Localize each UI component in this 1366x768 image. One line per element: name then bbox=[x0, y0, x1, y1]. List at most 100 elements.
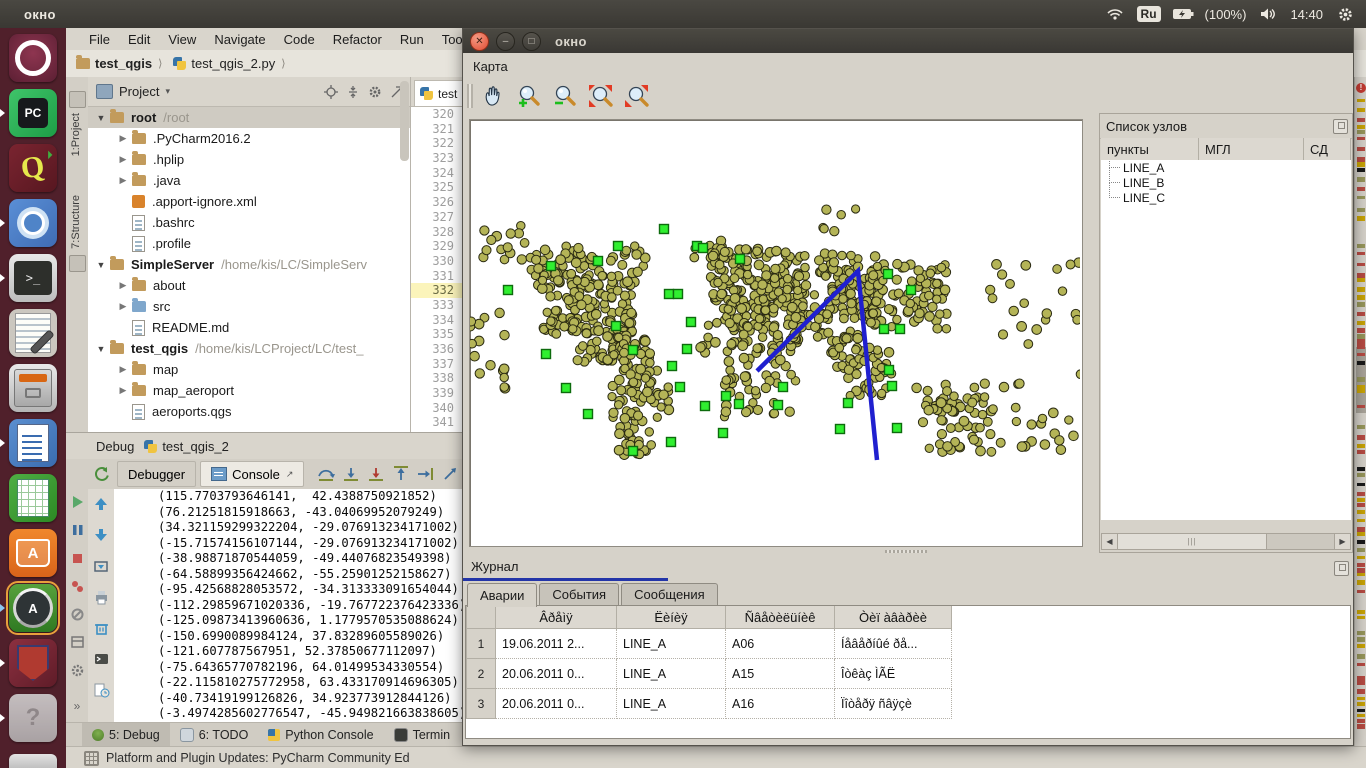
tree-expanded-icon[interactable]: ▼ bbox=[96, 260, 106, 270]
breadcrumb-file[interactable]: test_qgis_2.py bbox=[191, 56, 275, 71]
table-row[interactable]: 320.06.2011 0...LINE_AA16Ïîòåðÿ ñâÿçè bbox=[467, 689, 952, 719]
tree-collapsed-icon[interactable]: ▶ bbox=[118, 364, 128, 375]
stripe-mark[interactable] bbox=[1357, 519, 1365, 522]
battery-icon[interactable] bbox=[1172, 5, 1194, 23]
project-tree-scrollbar[interactable] bbox=[400, 81, 409, 161]
tree-collapsed-icon[interactable]: ▶ bbox=[118, 385, 128, 396]
frame-down-icon[interactable] bbox=[92, 526, 110, 544]
zoom-to-selection-button[interactable] bbox=[621, 82, 653, 110]
stripe-mark[interactable] bbox=[1357, 278, 1365, 282]
launcher-item-software-center[interactable]: A bbox=[9, 529, 57, 577]
editor-tab[interactable]: test bbox=[414, 80, 468, 106]
terminal-icon[interactable] bbox=[92, 650, 110, 668]
force-step-into-icon[interactable] bbox=[365, 464, 387, 484]
bottom-tab-termin[interactable]: Termin bbox=[384, 723, 461, 747]
map-canvas[interactable] bbox=[469, 119, 1083, 547]
okno-title-bar[interactable]: ✕ – □ окно bbox=[463, 29, 1353, 53]
stripe-mark[interactable] bbox=[1357, 168, 1365, 172]
launcher-item-ubuntu-dash[interactable] bbox=[9, 34, 57, 82]
stripe-mark[interactable] bbox=[1357, 697, 1365, 700]
stripe-mark[interactable] bbox=[1357, 498, 1365, 502]
project-tree-item-SimpleServer[interactable]: ▼SimpleServer/home/kis/LC/SimpleServ bbox=[88, 254, 410, 275]
launcher-item-libreoffice-calc[interactable] bbox=[9, 474, 57, 522]
stripe-mark[interactable] bbox=[1357, 616, 1365, 619]
project-tree-item-.PyCharm2016.2[interactable]: ▶.PyCharm2016.2 bbox=[88, 128, 410, 149]
menu-karta[interactable]: Карта bbox=[463, 59, 518, 74]
launcher-item-help[interactable]: ? bbox=[9, 694, 57, 742]
editor-error-stripe[interactable] bbox=[1354, 77, 1366, 746]
session-gear-icon[interactable] bbox=[1334, 5, 1356, 23]
menu-item-view[interactable]: View bbox=[159, 32, 205, 47]
tree-expanded-icon[interactable]: ▼ bbox=[96, 113, 106, 123]
project-tree-item-root[interactable]: ▼root/root bbox=[88, 107, 410, 128]
tree-collapsed-icon[interactable]: ▶ bbox=[118, 154, 128, 165]
stripe-mark[interactable] bbox=[1357, 377, 1365, 382]
stripe-mark[interactable] bbox=[1357, 295, 1365, 300]
stripe-mark[interactable] bbox=[1357, 467, 1365, 471]
project-tree-item-.bashrc[interactable]: .bashrc bbox=[88, 212, 410, 233]
stripe-mark[interactable] bbox=[1357, 312, 1365, 316]
stripe-mark[interactable] bbox=[1357, 719, 1365, 723]
journal-tab-1[interactable]: Аварии bbox=[467, 583, 537, 607]
stripe-mark[interactable] bbox=[1357, 573, 1365, 576]
launcher-item-libreoffice-writer[interactable] bbox=[9, 419, 57, 467]
menu-item-refactor[interactable]: Refactor bbox=[324, 32, 391, 47]
structure-icon[interactable] bbox=[69, 255, 86, 272]
stripe-mark[interactable] bbox=[1357, 405, 1365, 408]
nodes-tree[interactable]: LINE_ALINE_BLINE_C bbox=[1101, 160, 1351, 520]
stripe-mark[interactable] bbox=[1357, 714, 1365, 717]
scroll-left-icon[interactable]: ◀ bbox=[1102, 534, 1118, 549]
stripe-mark[interactable] bbox=[1357, 590, 1365, 593]
launcher-item-terminal[interactable]: >_ bbox=[9, 254, 57, 302]
stripe-mark[interactable] bbox=[1357, 540, 1365, 544]
stripe-mark[interactable] bbox=[1357, 361, 1365, 365]
project-tree-item-about[interactable]: ▶about bbox=[88, 275, 410, 296]
stripe-mark[interactable] bbox=[1357, 162, 1365, 167]
stripe-mark[interactable] bbox=[1357, 353, 1365, 356]
clear-icon[interactable] bbox=[92, 619, 110, 637]
menu-item-code[interactable]: Code bbox=[275, 32, 324, 47]
stripe-mark[interactable] bbox=[1357, 137, 1365, 140]
stripe-mark[interactable] bbox=[1357, 473, 1365, 477]
launcher-item-qgis[interactable]: Q bbox=[9, 144, 57, 192]
nodes-column-пункты[interactable]: пункты bbox=[1101, 138, 1199, 160]
stripe-mark[interactable] bbox=[1357, 425, 1365, 429]
project-tree-item-.profile[interactable]: .profile bbox=[88, 233, 410, 254]
more-actions-icon[interactable] bbox=[68, 697, 86, 715]
stripe-mark[interactable] bbox=[1357, 450, 1365, 454]
stripe-mark[interactable] bbox=[1357, 130, 1365, 134]
menu-item-edit[interactable]: Edit bbox=[119, 32, 159, 47]
stripe-mark[interactable] bbox=[1357, 510, 1365, 514]
stripe-mark[interactable] bbox=[1357, 644, 1365, 648]
stripe-mark[interactable] bbox=[1357, 187, 1365, 191]
zoom-out-button[interactable] bbox=[549, 82, 581, 110]
clock[interactable]: 14:40 bbox=[1290, 7, 1323, 22]
step-over-icon[interactable] bbox=[315, 464, 337, 484]
tree-expanded-icon[interactable]: ▼ bbox=[96, 344, 106, 354]
stripe-mark[interactable] bbox=[1357, 483, 1365, 486]
stripe-mark[interactable] bbox=[1357, 196, 1365, 199]
menu-item-navigate[interactable]: Navigate bbox=[205, 32, 274, 47]
stripe-mark[interactable] bbox=[1357, 702, 1365, 706]
collapse-all-icon[interactable] bbox=[344, 83, 362, 101]
step-out-icon[interactable] bbox=[390, 464, 412, 484]
node-item-LINE_A[interactable]: LINE_A bbox=[1101, 160, 1351, 175]
stripe-mark[interactable] bbox=[1357, 503, 1365, 507]
nodes-horizontal-scrollbar[interactable]: ◀ ||| ▶ bbox=[1101, 533, 1351, 550]
stripe-mark[interactable] bbox=[1357, 252, 1365, 255]
tool-tab-structure[interactable]: 7:Structure bbox=[70, 195, 82, 249]
print-icon[interactable] bbox=[92, 588, 110, 606]
stripe-mark[interactable] bbox=[1357, 328, 1365, 333]
stripe-mark[interactable] bbox=[1357, 689, 1365, 694]
toolbar-grip[interactable] bbox=[467, 84, 473, 108]
project-tree-item-map_aeroport[interactable]: ▶map_aeroport bbox=[88, 380, 410, 401]
breadcrumb-project[interactable]: test_qgis bbox=[95, 56, 152, 71]
maximize-button[interactable]: □ bbox=[522, 32, 541, 51]
settings-gear-icon[interactable] bbox=[366, 83, 384, 101]
project-tree-item-README.md[interactable]: README.md bbox=[88, 317, 410, 338]
stripe-mark[interactable] bbox=[1357, 208, 1365, 212]
zoom-full-extent-button[interactable] bbox=[585, 82, 617, 110]
stripe-mark[interactable] bbox=[1357, 610, 1365, 614]
mute-breakpoints-icon[interactable] bbox=[68, 605, 86, 623]
stripe-mark[interactable] bbox=[1357, 532, 1365, 536]
